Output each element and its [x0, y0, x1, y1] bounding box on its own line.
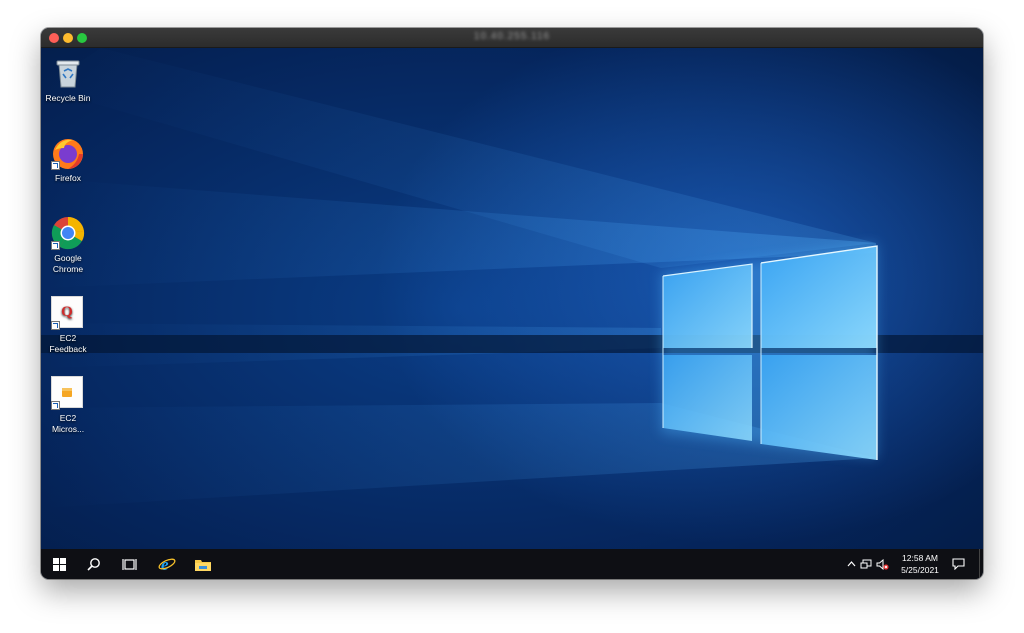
taskbar-clock[interactable]: 12:58 AM 5/25/2021	[894, 552, 946, 576]
clock-date: 5/25/2021	[901, 565, 939, 575]
chevron-up-icon[interactable]	[844, 561, 858, 567]
start-button[interactable]	[43, 549, 75, 579]
window-titlebar[interactable]: 10.40.255.116	[41, 28, 983, 48]
recycle-bin-icon	[51, 56, 85, 90]
desktop-icon-label: EC2	[59, 413, 77, 423]
chrome-icon	[51, 216, 85, 250]
task-view-button[interactable]	[113, 549, 145, 579]
clock-time: 12:58 AM	[902, 553, 938, 563]
internet-explorer-button[interactable]: e	[151, 549, 183, 579]
remote-desktop-window: 10.40.255.116 Recycle Bin Firefox Google…	[41, 28, 983, 579]
svg-text:e: e	[161, 555, 169, 573]
show-desktop-button[interactable]	[979, 549, 983, 579]
window-title: 10.40.255.116	[473, 31, 551, 42]
shortcut-arrow-icon	[51, 241, 60, 250]
ec2-feedback-icon: Q	[51, 296, 85, 330]
desktop-icon-ec2-micros[interactable]: EC2 Micros...	[41, 376, 97, 435]
desktop-icon-label: Chrome	[52, 264, 84, 274]
volume-muted-icon[interactable]	[874, 558, 890, 570]
system-tray	[844, 549, 890, 579]
ec2-microsoft-icon	[51, 376, 85, 410]
task-view-icon	[121, 558, 137, 570]
internet-explorer-icon: e	[158, 555, 176, 573]
desktop-icon-label: Feedback	[49, 344, 87, 354]
taskbar: e 12:58 AM 5/25/2021	[41, 549, 983, 579]
shortcut-arrow-icon	[51, 161, 60, 170]
file-explorer-icon	[195, 559, 211, 571]
desktop-icon-label: Firefox	[55, 173, 81, 183]
windows-10-wallpaper	[41, 48, 983, 508]
windows-desktop[interactable]: Recycle Bin Firefox Google Chrome Q EC2 …	[41, 48, 983, 549]
desktop-icon-label: Google	[54, 253, 82, 263]
desktop-icon-firefox[interactable]: Firefox	[41, 136, 97, 184]
file-explorer-button[interactable]	[187, 549, 219, 579]
action-center-icon	[951, 558, 965, 570]
desktop-icon-recycle-bin[interactable]: Recycle Bin	[41, 56, 97, 104]
shortcut-arrow-icon	[51, 401, 60, 410]
action-center-button[interactable]	[944, 549, 972, 579]
shortcut-arrow-icon	[51, 321, 60, 330]
desktop-icon-google-chrome[interactable]: Google Chrome	[41, 216, 97, 275]
desktop-icon-label: EC2	[59, 333, 77, 343]
search-button[interactable]	[78, 549, 110, 579]
windows-start-icon	[52, 557, 66, 571]
search-icon	[87, 558, 100, 571]
firefox-icon	[51, 136, 85, 170]
network-icon[interactable]	[858, 559, 874, 570]
desktop-icon-ec2-feedback[interactable]: Q EC2 Feedback	[41, 296, 97, 355]
desktop-icon-label: Micros...	[51, 424, 85, 434]
desktop-icon-label: Recycle Bin	[45, 93, 91, 103]
